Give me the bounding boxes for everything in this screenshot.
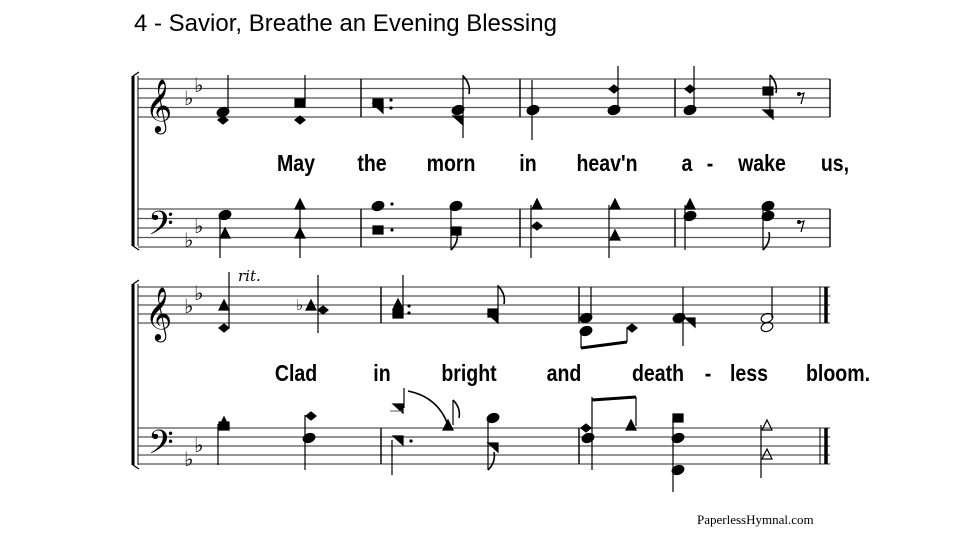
note-head: [392, 297, 404, 310]
note-head: [391, 435, 404, 447]
augmentation-dot: [407, 311, 411, 315]
note-head: [372, 225, 384, 235]
note-head: [294, 98, 306, 108]
note-head: [626, 323, 638, 333]
flat-icon: ♭: [184, 228, 193, 252]
note-head: [451, 115, 464, 127]
note-head: [581, 432, 595, 444]
lyric-syllable: the: [357, 151, 386, 177]
beam: [591, 395, 637, 402]
flat-icon: ♭: [194, 214, 203, 238]
note-head: [371, 103, 384, 115]
note-head: [219, 226, 231, 239]
lyric-syllable: May: [277, 151, 315, 177]
note-head: [317, 305, 329, 315]
flat-icon: ♭: [184, 447, 193, 471]
lyric-syllable: heav'n: [576, 151, 637, 177]
lyric-syllable: in: [373, 361, 390, 387]
system-bracket: [132, 71, 140, 77]
eighth-rest-icon: [798, 219, 805, 233]
bass-clef-icon: 𝄢: [148, 205, 174, 251]
system-1: 𝄞𝄢♭♭♭♭May the morn in heav'n a - wake us,: [131, 66, 849, 258]
note-head: [526, 104, 540, 116]
note-head: [683, 104, 697, 116]
note-head: [761, 109, 774, 121]
lyric-syllable: us,: [821, 151, 849, 177]
augmentation-dot: [390, 202, 394, 206]
treble-staff: [138, 286, 830, 324]
note-head: [218, 323, 230, 333]
augmentation-dot: [389, 98, 393, 102]
flat-icon: ♭: [194, 73, 203, 97]
system-bracket: [132, 279, 140, 285]
treble-clef-icon: 𝄞: [145, 78, 172, 134]
flat-icon: ♭: [296, 296, 303, 314]
note-head: [392, 309, 404, 319]
note-head: [531, 221, 543, 231]
note-head: [607, 104, 621, 116]
note-head: [305, 411, 317, 421]
augmentation-dot: [407, 304, 411, 308]
website-credit: PaperlessHymnal.com: [697, 512, 814, 527]
note-head: [450, 226, 462, 236]
note-head: [302, 432, 316, 444]
lyric-syllable: wake: [737, 151, 786, 177]
lyric-syllable: bright: [441, 361, 496, 387]
flat-icon: ♭: [194, 281, 203, 305]
flat-icon: ♭: [184, 294, 193, 318]
augmentation-dot: [409, 439, 413, 443]
music-score: 𝄞𝄢♭♭♭♭May the morn in heav'n a - wake us, 𝄞𝄢♭♭♭♭…: [131, 66, 870, 492]
tempo-marking: rit.: [238, 267, 261, 285]
lyric-syllable: -: [705, 361, 712, 387]
note-head: [672, 413, 684, 423]
note-flag: [452, 399, 461, 419]
lyric-syllable: a: [682, 151, 693, 177]
augmentation-dot: [390, 228, 394, 232]
slur: [407, 390, 449, 426]
note-head: [486, 313, 499, 325]
bass-clef-icon: 𝄢: [148, 424, 174, 470]
note-head: [531, 197, 543, 210]
system-bracket: [132, 464, 140, 470]
lyric-syllable: bloom.: [806, 361, 870, 387]
note-head: [609, 228, 621, 241]
note-head: [761, 447, 773, 460]
lyric-syllable: less: [730, 361, 768, 387]
lyric-syllable: -: [707, 151, 714, 177]
bass-staff: [138, 427, 830, 465]
beam: [580, 340, 628, 350]
flat-icon: ♭: [194, 433, 203, 457]
system-2: 𝄞𝄢♭♭♭♭rit.♭Clad in bright and death - less bloo…: [131, 267, 870, 492]
treble-staff: [138, 78, 830, 118]
lyric-syllable: in: [519, 151, 536, 177]
lyric-syllable: morn: [427, 151, 476, 177]
note-head: [762, 86, 774, 96]
note-head: [391, 403, 404, 415]
lyric-syllable: and: [547, 361, 582, 387]
treble-clef-icon: 𝄞: [145, 286, 172, 342]
note-head: [580, 423, 592, 433]
note-head: [625, 418, 637, 431]
note-head: [442, 418, 454, 431]
note-flag: [497, 285, 506, 305]
note-head: [486, 442, 499, 454]
note-head: [371, 200, 385, 212]
flat-icon: ♭: [184, 86, 193, 110]
lyric-syllable: death: [632, 361, 684, 387]
bass-staff: [138, 208, 830, 248]
note-head: [684, 197, 696, 210]
note-head: [609, 197, 621, 210]
lyric-syllable: Clad: [275, 361, 317, 387]
augmentation-dot: [389, 106, 393, 110]
